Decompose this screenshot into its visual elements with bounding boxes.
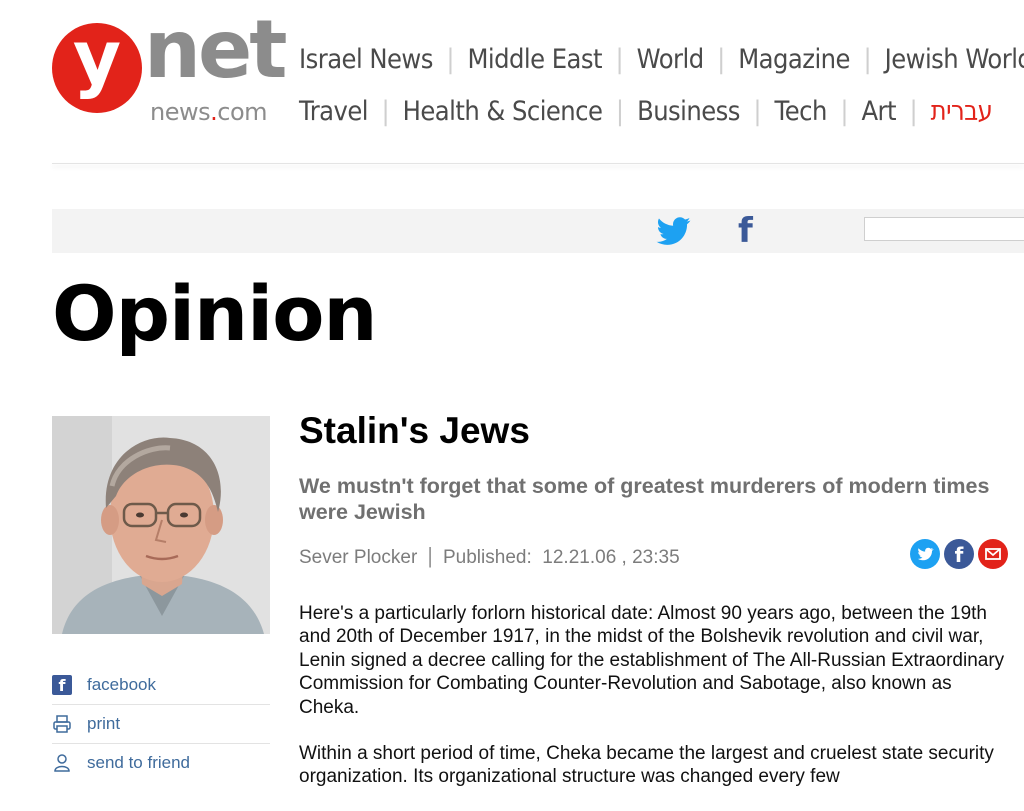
tool-label: print <box>87 714 121 733</box>
nav-separator: | <box>840 96 848 127</box>
nav-jewish-world[interactable]: Jewish World <box>885 44 1024 75</box>
byline-separator: | <box>427 543 433 568</box>
nav-magazine[interactable]: Magazine <box>738 44 850 75</box>
tool-facebook[interactable]: f facebook <box>52 666 270 705</box>
article-share-buttons: f <box>910 539 1012 569</box>
article-tools: f facebook print send to friend <box>52 666 270 782</box>
nav-hebrew-site[interactable]: עברית <box>931 96 993 127</box>
mail-icon[interactable] <box>978 539 1008 569</box>
nav-separator: | <box>909 96 918 127</box>
article-byline: Sever Plocker | Published: 12.21.06 , 23:3… <box>299 543 680 569</box>
twitter-icon[interactable] <box>910 539 940 569</box>
nav-separator: | <box>381 96 390 127</box>
twitter-icon[interactable] <box>656 214 692 248</box>
tool-label: send to friend <box>87 753 191 772</box>
share-toolbar: f <box>52 209 1024 253</box>
article-subhead: We mustn't forget that some of greatest … <box>299 474 990 524</box>
nav-world[interactable]: World <box>637 44 704 75</box>
facebook-icon[interactable]: f <box>738 211 762 251</box>
ynet-logo[interactable]: y net news.com <box>52 10 287 132</box>
logo-net-text: net <box>144 3 287 96</box>
published-label: Published: <box>443 547 532 568</box>
tool-send-to-friend[interactable]: send to friend <box>52 744 270 782</box>
person-icon <box>52 753 72 773</box>
printer-icon <box>52 714 72 734</box>
search-input[interactable] <box>864 217 1024 241</box>
nav-separator: | <box>615 44 624 75</box>
header-divider <box>52 163 1024 164</box>
nav-separator: | <box>615 96 624 127</box>
nav-separator: | <box>863 44 872 75</box>
article-headline: Stalin's Jews <box>299 410 530 451</box>
section-title: Opinion <box>52 269 378 358</box>
author-photo <box>52 416 270 634</box>
facebook-icon[interactable]: f <box>944 539 974 569</box>
nav-middle-east[interactable]: Middle East <box>468 44 603 75</box>
nav-separator: | <box>446 44 455 75</box>
nav-separator: | <box>717 44 725 75</box>
logo-domain: news.com <box>150 98 268 126</box>
article-paragraph: Here's a particularly forlorn historical… <box>299 603 1005 718</box>
tool-print[interactable]: print <box>52 705 270 744</box>
main-nav-row-2: Travel | Health & Science | Business | Tech | Ar… <box>299 96 993 127</box>
facebook-icon: f <box>52 675 72 695</box>
article-paragraph: Within a short period of time, Cheka bec… <box>299 743 994 788</box>
nav-israel-news[interactable]: Israel News <box>299 44 433 75</box>
nav-travel[interactable]: Travel <box>299 96 369 127</box>
nav-separator: | <box>753 96 762 127</box>
published-date: 12.21.06 , 23:35 <box>542 547 680 568</box>
author-name[interactable]: Sever Plocker <box>299 547 417 568</box>
nav-tech[interactable]: Tech <box>775 96 828 127</box>
tool-label: facebook <box>87 675 156 694</box>
nav-art[interactable]: Art <box>861 96 896 127</box>
nav-health-science[interactable]: Health & Science <box>403 96 603 127</box>
article-body: Here's a particularly forlorn historical… <box>299 602 1011 811</box>
logo-mark: y <box>52 21 142 113</box>
nav-business[interactable]: Business <box>637 96 740 127</box>
main-nav-row-1: Israel News | Middle East | World | Magazine | J… <box>299 44 1024 75</box>
